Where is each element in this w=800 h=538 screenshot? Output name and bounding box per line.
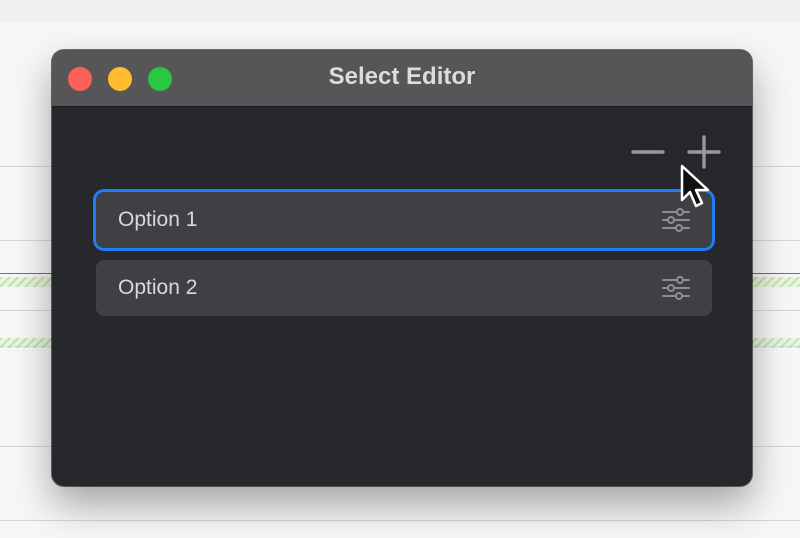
background-toolbar	[0, 0, 800, 22]
mouse-pointer-icon	[680, 164, 710, 208]
option-row-2[interactable]: Option 2	[96, 260, 712, 316]
window-title: Select Editor	[328, 63, 476, 90]
option-row-1[interactable]: Option 1	[96, 192, 712, 248]
option-settings-button[interactable]	[662, 276, 690, 300]
sliders-icon	[662, 276, 690, 300]
background-divider	[0, 520, 800, 521]
title-bar[interactable]: Select Editor	[52, 50, 752, 107]
option-label: Option 2	[118, 276, 198, 299]
minus-icon	[631, 150, 665, 154]
remove-option-button[interactable]	[630, 134, 666, 170]
option-label: Option 1	[118, 208, 198, 231]
select-editor-window: Select Editor Option 1 Option 2	[52, 50, 752, 486]
